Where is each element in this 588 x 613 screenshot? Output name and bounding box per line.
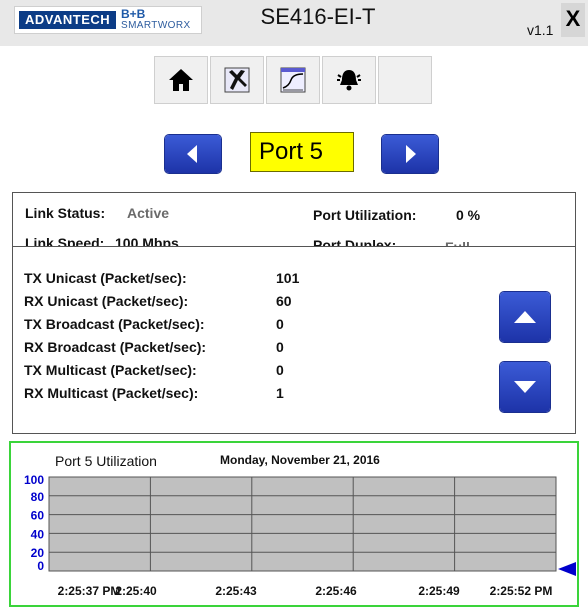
x-tick-label: 2:25:46 <box>315 584 357 598</box>
x-tick-label: 2:25:49 <box>418 584 460 598</box>
statistics-button[interactable] <box>266 56 320 104</box>
chart-date: Monday, November 21, 2016 <box>220 453 380 467</box>
x-tick-label: 2:25:37 PM <box>58 584 121 598</box>
rx-unicast-value: 60 <box>276 293 292 309</box>
link-status-label: Link Status: <box>25 205 106 221</box>
x-tick-label: 2:25:52 PM <box>490 584 553 598</box>
header-bar: ADVANTECH B+B SMARTWORX SE416-EI-T v1.1 … <box>0 0 588 46</box>
settings-button[interactable] <box>210 56 264 104</box>
scroll-up-button[interactable] <box>500 292 550 342</box>
y-tick-label: 40 <box>31 527 45 541</box>
utilization-chart: Port 5 Utilization Monday, November 21, … <box>24 453 576 598</box>
link-status-value: Active <box>127 205 170 221</box>
y-tick-label: 0 <box>37 559 44 573</box>
rx-unicast-label: RX Unicast (Packet/sec): <box>24 293 189 309</box>
scroll-down-button[interactable] <box>500 362 550 412</box>
arrow-down-icon <box>514 381 536 393</box>
rx-broadcast-label: RX Broadcast (Packet/sec): <box>24 339 207 355</box>
utilization-chart-panel: Port 5 Utilization Monday, November 21, … <box>9 441 579 607</box>
version-label: v1.1 <box>527 22 554 38</box>
tx-multicast-label: TX Multicast (Packet/sec): <box>24 362 197 378</box>
tx-broadcast-value: 0 <box>276 316 284 332</box>
advantech-logo-text: ADVANTECH <box>19 11 117 29</box>
device-title: SE416-EI-T <box>260 4 376 29</box>
bb-logo-text: B+B <box>121 7 146 21</box>
port-utilization-label: Port Utilization: <box>313 207 417 223</box>
arrow-up-icon <box>514 311 536 323</box>
smartworx-logo-text: SMARTWORX <box>121 20 191 31</box>
alarm-bell-icon <box>337 70 361 91</box>
plot-area <box>48 476 557 572</box>
toolbar <box>154 56 434 106</box>
port-label: Port 5 <box>250 132 354 172</box>
port-utilization-value: 0 % <box>456 207 481 223</box>
arrow-left-icon <box>187 145 197 163</box>
x-tick-label: 2:25:43 <box>215 584 257 598</box>
rx-multicast-label: RX Multicast (Packet/sec): <box>24 385 199 401</box>
arrow-right-icon <box>406 145 416 163</box>
next-port-button[interactable] <box>382 135 438 173</box>
chart-icon <box>280 67 306 93</box>
current-value-marker <box>558 562 576 576</box>
chart-title: Port 5 Utilization <box>55 453 157 469</box>
y-tick-label: 60 <box>31 509 45 523</box>
tx-broadcast-label: TX Broadcast (Packet/sec): <box>24 316 205 332</box>
previous-port-button[interactable] <box>165 135 221 173</box>
y-tick-label: 20 <box>31 546 45 560</box>
tools-icon <box>224 67 250 93</box>
y-tick-label: 80 <box>31 490 45 504</box>
rx-multicast-value: 1 <box>276 385 284 401</box>
home-icon <box>169 69 193 91</box>
tx-unicast-value: 101 <box>276 270 300 286</box>
y-tick-label: 100 <box>24 473 44 487</box>
rx-broadcast-value: 0 <box>276 339 284 355</box>
tx-multicast-value: 0 <box>276 362 284 378</box>
brand-logo: ADVANTECH B+B SMARTWORX <box>14 6 202 34</box>
alarm-button[interactable] <box>322 56 376 104</box>
home-button[interactable] <box>154 56 208 104</box>
tx-unicast-label: TX Unicast (Packet/sec): <box>24 270 187 286</box>
x-tick-label: 2:25:40 <box>115 584 157 598</box>
close-button[interactable]: X <box>561 3 585 37</box>
empty-toolbar-slot <box>378 56 432 104</box>
